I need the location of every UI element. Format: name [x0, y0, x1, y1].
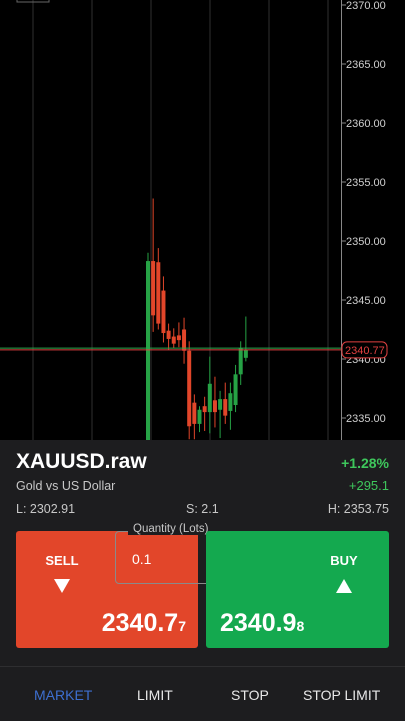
candle	[161, 276, 166, 343]
candle	[207, 356, 212, 434]
buy-button[interactable]: BUY 2340.98	[206, 531, 389, 648]
price-axis: 2370.00 2365.00 2360.00 2355.00 2350.00 2345.…	[0, 0, 388, 440]
candle	[202, 396, 207, 431]
candle	[192, 394, 197, 440]
tick-label: 2345.00	[346, 295, 386, 307]
tick-label: 2365.00	[346, 59, 386, 71]
candle	[146, 252, 150, 440]
arrow-down-icon	[54, 579, 70, 593]
current-price-label: 2340.77	[345, 345, 385, 357]
candle	[197, 406, 202, 433]
buy-label: BUY	[330, 553, 358, 568]
candle-body	[228, 393, 233, 411]
candle-body	[151, 261, 156, 316]
candle	[166, 323, 171, 350]
buy-price: 2340.98	[220, 609, 304, 638]
order-type-tabs: MARKET LIMIT STOP STOP LIMIT	[0, 666, 405, 721]
sell-price-pip: 7	[178, 618, 186, 634]
sell-price-main: 2340.7	[101, 609, 179, 637]
candle	[176, 322, 181, 348]
tab-stop-limit[interactable]: STOP LIMIT	[303, 687, 380, 703]
chart-grid	[16, 0, 329, 440]
candle-body	[202, 406, 207, 413]
candle-body	[166, 330, 171, 339]
tab-limit[interactable]: LIMIT	[137, 687, 173, 703]
candle-body	[207, 383, 212, 413]
candle-body	[171, 336, 176, 344]
arrow-up-icon	[336, 579, 352, 593]
candle-body	[161, 290, 166, 334]
candle	[218, 390, 223, 439]
tick-label: 2360.00	[346, 118, 386, 130]
candle-body	[218, 399, 223, 410]
quantity-value: 0.1	[132, 551, 152, 567]
candle	[243, 316, 248, 362]
price-chart[interactable]: 2370.00 2365.00 2360.00 2355.00 2350.00 2345.…	[0, 0, 405, 440]
candle	[151, 198, 156, 332]
candle-body	[156, 262, 161, 324]
candle-body	[238, 348, 243, 375]
candle	[212, 376, 217, 428]
instrument-description: Gold vs US Dollar	[16, 479, 116, 493]
sell-header: SELL	[16, 531, 108, 613]
candle-body	[212, 400, 217, 413]
candle	[171, 328, 176, 349]
buy-price-main: 2340.9	[220, 609, 297, 637]
tick-label: 2370.00	[346, 0, 386, 12]
candle	[182, 317, 187, 364]
candle-body	[233, 374, 238, 406]
quantity-label: Quantity (Lots)	[128, 523, 214, 535]
daily-change-absolute: +295.1	[348, 478, 389, 493]
candle-body	[182, 329, 187, 351]
instrument-symbol: XAUUSD.raw	[16, 450, 147, 473]
tick-label: 2335.00	[346, 413, 386, 425]
candle-body	[187, 350, 192, 427]
candle-body	[192, 402, 197, 424]
candle-body	[223, 399, 228, 416]
daily-change-percent: +1.28%	[341, 455, 389, 471]
candle	[187, 341, 192, 440]
tick-label: 2350.00	[346, 236, 386, 248]
candlesticks	[146, 198, 248, 440]
tab-market[interactable]: MARKET	[34, 687, 92, 703]
tick-label: 2355.00	[346, 177, 386, 189]
spread: S: 2.1	[186, 502, 219, 516]
candle-body	[197, 409, 202, 424]
tab-stop[interactable]: STOP	[231, 687, 269, 703]
sell-price: 2340.77	[102, 609, 186, 638]
candle-body	[146, 261, 150, 440]
daily-low: L: 2302.91	[16, 502, 76, 516]
candle	[156, 248, 161, 330]
buy-header: BUY	[299, 531, 389, 613]
candle	[233, 364, 238, 413]
buy-price-pip: 8	[296, 618, 305, 634]
candle	[228, 382, 233, 430]
daily-high: H: 2353.75	[327, 502, 389, 516]
candle	[223, 382, 228, 424]
sell-label: SELL	[45, 553, 79, 568]
candle-body	[176, 335, 181, 341]
candle-body	[243, 349, 248, 358]
